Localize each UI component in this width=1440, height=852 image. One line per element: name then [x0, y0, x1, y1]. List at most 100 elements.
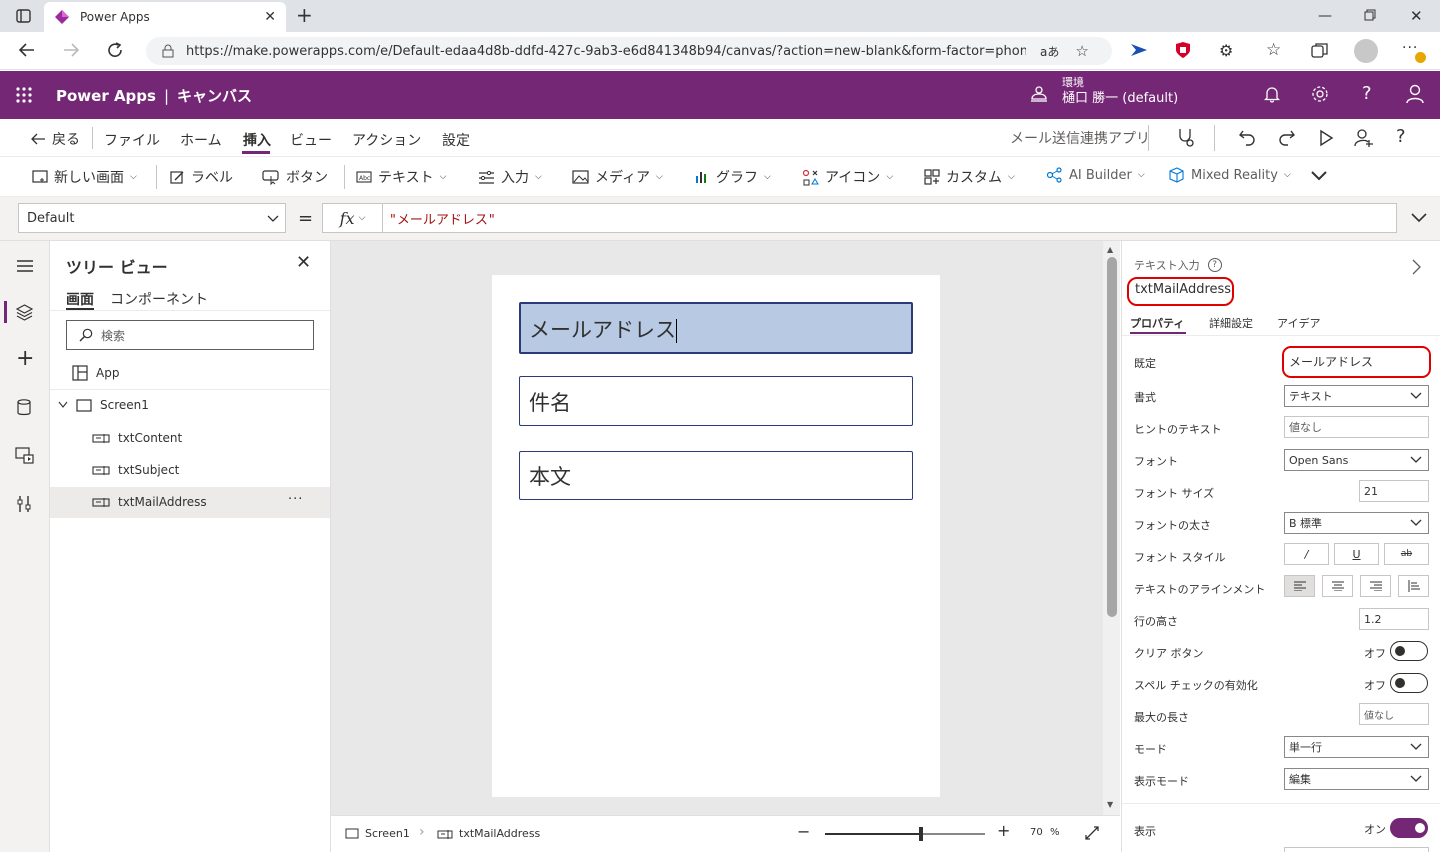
refresh-icon[interactable] — [106, 41, 124, 59]
canvas-scrollbar[interactable]: ▲ ▼ — [1103, 241, 1120, 815]
clear-button-toggle[interactable] — [1390, 641, 1428, 661]
account-icon[interactable] — [1406, 84, 1424, 104]
redo-icon[interactable] — [1278, 129, 1296, 147]
fit-to-window-icon[interactable] — [1085, 826, 1099, 840]
new-screen-button[interactable]: 新しい画面 ⌵ — [32, 167, 137, 187]
scroll-down-icon[interactable]: ▼ — [1107, 800, 1113, 809]
menu-home[interactable]: ホーム — [180, 130, 222, 150]
align-right-button[interactable] — [1360, 575, 1391, 597]
property-dropdown[interactable]: Default — [18, 203, 286, 233]
underline-button[interactable]: U — [1334, 543, 1379, 565]
advanced-tools-icon[interactable] — [17, 495, 31, 513]
formula-input[interactable]: fx ⌵ "メールアドレス" — [322, 203, 1397, 233]
zoom-slider[interactable] — [825, 827, 985, 841]
menu-settings[interactable]: 設定 — [442, 130, 470, 150]
share-user-icon[interactable] — [1354, 128, 1374, 148]
collapse-panel-icon[interactable] — [1412, 259, 1421, 275]
help-icon[interactable]: ? — [1362, 83, 1372, 104]
app-launcher-icon[interactable] — [15, 86, 33, 104]
email-input[interactable]: メールアドレス — [519, 302, 913, 354]
info-icon[interactable]: ? — [1207, 258, 1222, 272]
font-size-input[interactable]: 21 — [1359, 480, 1429, 502]
tab-properties[interactable]: プロパティ — [1130, 315, 1184, 331]
icons-button[interactable]: アイコン ⌵ — [802, 167, 893, 187]
tab-screens[interactable]: 画面 — [66, 289, 94, 309]
hint-input[interactable]: 値なし — [1284, 416, 1429, 438]
button-button[interactable]: ボタン — [262, 167, 328, 187]
collections-icon[interactable] — [1311, 42, 1328, 58]
menu-file[interactable]: ファイル — [104, 130, 160, 150]
scroll-up-icon[interactable]: ▲ — [1107, 245, 1113, 254]
insert-plus-icon[interactable]: + — [16, 348, 34, 370]
tree-search-input[interactable]: 検索 — [66, 320, 314, 350]
restore-icon[interactable] — [1364, 9, 1376, 21]
tree-item-txtsubject[interactable]: txtSubject — [92, 463, 179, 477]
tab-close-icon[interactable]: ✕ — [264, 9, 276, 25]
environment-picker[interactable]: 環境 樋口 勝一 (default) — [1062, 76, 1178, 105]
default-input[interactable]: メールアドレス — [1282, 346, 1431, 378]
breadcrumb-screen[interactable]: Screen1 — [345, 827, 410, 840]
extensions-icon[interactable]: ⚙ — [1219, 41, 1233, 60]
preview-play-icon[interactable] — [1318, 129, 1334, 147]
tree-item-txtcontent[interactable]: txtContent — [92, 431, 182, 445]
browser-tab[interactable]: Power Apps ✕ — [44, 2, 286, 32]
zoom-out-icon[interactable]: − — [797, 822, 810, 841]
close-panel-icon[interactable]: ✕ — [296, 254, 311, 272]
spell-check-toggle[interactable] — [1390, 673, 1428, 693]
max-length-input[interactable]: 値なし — [1359, 703, 1429, 725]
text-button[interactable]: Abc テキスト ⌵ — [356, 167, 446, 187]
tree-item-txtmailaddress[interactable]: txtMailAddress ··· — [50, 487, 330, 518]
app-checker-icon[interactable] — [1177, 128, 1195, 148]
media-library-icon[interactable] — [15, 447, 34, 464]
zoom-in-icon[interactable]: + — [997, 821, 1010, 840]
close-window-icon[interactable]: ✕ — [1410, 7, 1423, 25]
font-dropdown[interactable]: Open Sans — [1284, 449, 1429, 471]
tab-actions-icon[interactable] — [16, 9, 31, 23]
read-aloud-icon[interactable]: aあ — [1040, 43, 1059, 60]
extension-arrow-icon[interactable] — [1130, 42, 1148, 58]
visible-toggle[interactable] — [1390, 818, 1428, 838]
hamburger-icon[interactable] — [16, 259, 34, 273]
menu-view[interactable]: ビュー — [290, 130, 332, 150]
address-bar[interactable]: https://make.powerapps.com/e/Default-eda… — [146, 37, 1112, 65]
favorites-icon[interactable]: ☆ — [1266, 40, 1281, 60]
mixed-reality-button[interactable]: Mixed Reality ⌵ — [1168, 167, 1291, 183]
menu-help-icon[interactable]: ? — [1396, 126, 1406, 147]
profile-avatar[interactable] — [1354, 39, 1378, 63]
custom-button[interactable]: カスタム ⌵ — [924, 167, 1015, 187]
tree-item-app[interactable]: App — [72, 365, 119, 381]
fx-button[interactable]: fx ⌵ — [323, 204, 383, 232]
format-dropdown[interactable]: テキスト — [1284, 385, 1429, 407]
align-left-button[interactable] — [1284, 575, 1315, 597]
toolbar-expand-icon[interactable] — [1310, 169, 1328, 181]
strikethrough-button[interactable]: ab — [1384, 543, 1429, 565]
back-button[interactable]: 戻る — [30, 129, 80, 149]
align-center-button[interactable] — [1322, 575, 1353, 597]
tab-advanced[interactable]: 詳細設定 — [1209, 315, 1253, 331]
data-icon[interactable] — [17, 399, 31, 416]
italic-button[interactable]: / — [1284, 543, 1329, 565]
body-input[interactable]: 本文 — [519, 451, 913, 500]
control-name-field[interactable]: txtMailAddress — [1127, 277, 1234, 306]
chart-button[interactable]: グラフ ⌵ — [694, 167, 771, 187]
app-screen[interactable]: メールアドレス 件名 本文 — [492, 275, 940, 797]
label-button[interactable]: ラベル — [170, 167, 233, 187]
menu-action[interactable]: アクション — [352, 130, 421, 150]
settings-icon[interactable] — [1311, 85, 1329, 103]
new-tab-icon[interactable]: + — [296, 5, 313, 25]
tab-ideas[interactable]: アイデア — [1277, 315, 1320, 331]
app-title[interactable]: メール送信連携アプリ — [1010, 128, 1150, 148]
scrollbar-thumb[interactable] — [1107, 257, 1117, 617]
mode-dropdown[interactable]: 単一行 — [1284, 736, 1429, 758]
tab-components[interactable]: コンポーネント — [110, 289, 208, 309]
subject-input[interactable]: 件名 — [519, 376, 913, 426]
ai-builder-button[interactable]: AI Builder ⌵ — [1046, 167, 1145, 183]
zoom-slider-handle[interactable] — [919, 827, 923, 841]
input-button[interactable]: 入力 ⌵ — [478, 167, 542, 187]
tree-item-screen1[interactable]: Screen1 — [58, 398, 149, 412]
formula-expand-icon[interactable] — [1410, 211, 1428, 223]
line-height-input[interactable]: 1.2 — [1359, 608, 1429, 630]
extension-shield-icon[interactable] — [1175, 41, 1191, 59]
minimize-icon[interactable]: — — [1318, 8, 1332, 24]
align-justify-button[interactable] — [1398, 575, 1429, 597]
